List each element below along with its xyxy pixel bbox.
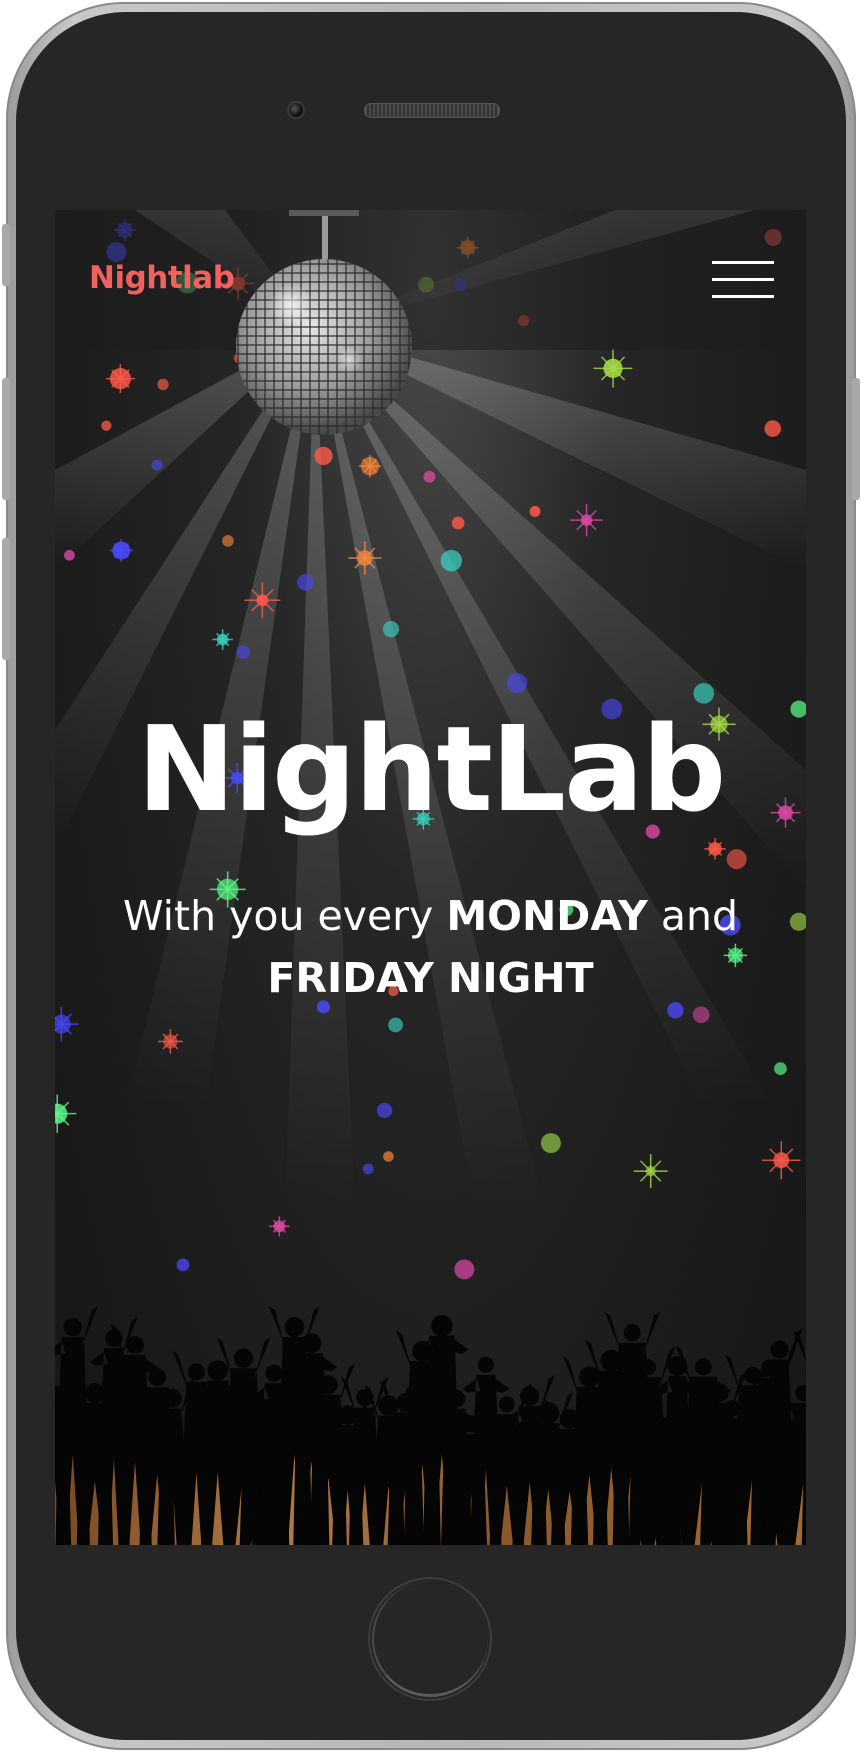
menu-line	[712, 278, 774, 281]
home-button-icon[interactable]	[368, 1577, 492, 1701]
dancing-crowd-silhouette	[55, 1306, 806, 1545]
app-screen: Nightlab NightLab With you every MONDAY …	[55, 210, 806, 1545]
volume-up-button	[2, 378, 10, 500]
subtitle-text: and	[647, 892, 739, 940]
subtitle-friday-night: FRIDAY NIGHT	[267, 954, 594, 1002]
menu-line	[712, 295, 774, 298]
mute-switch	[2, 224, 10, 286]
disco-ball-icon	[236, 210, 412, 435]
hamburger-menu-icon[interactable]	[712, 261, 774, 301]
menu-line	[712, 261, 774, 264]
brand-logo[interactable]: Nightlab	[89, 260, 235, 296]
camera-icon	[287, 101, 305, 119]
hero-title: NightLab	[136, 700, 726, 838]
hero-subtitle: With you every MONDAY and FRIDAY NIGHT	[95, 885, 766, 1009]
power-button	[852, 378, 860, 500]
volume-down-button	[2, 538, 10, 660]
speaker-grille-icon	[364, 103, 500, 118]
subtitle-monday: MONDAY	[446, 892, 648, 940]
subtitle-text: With you every	[122, 892, 447, 940]
